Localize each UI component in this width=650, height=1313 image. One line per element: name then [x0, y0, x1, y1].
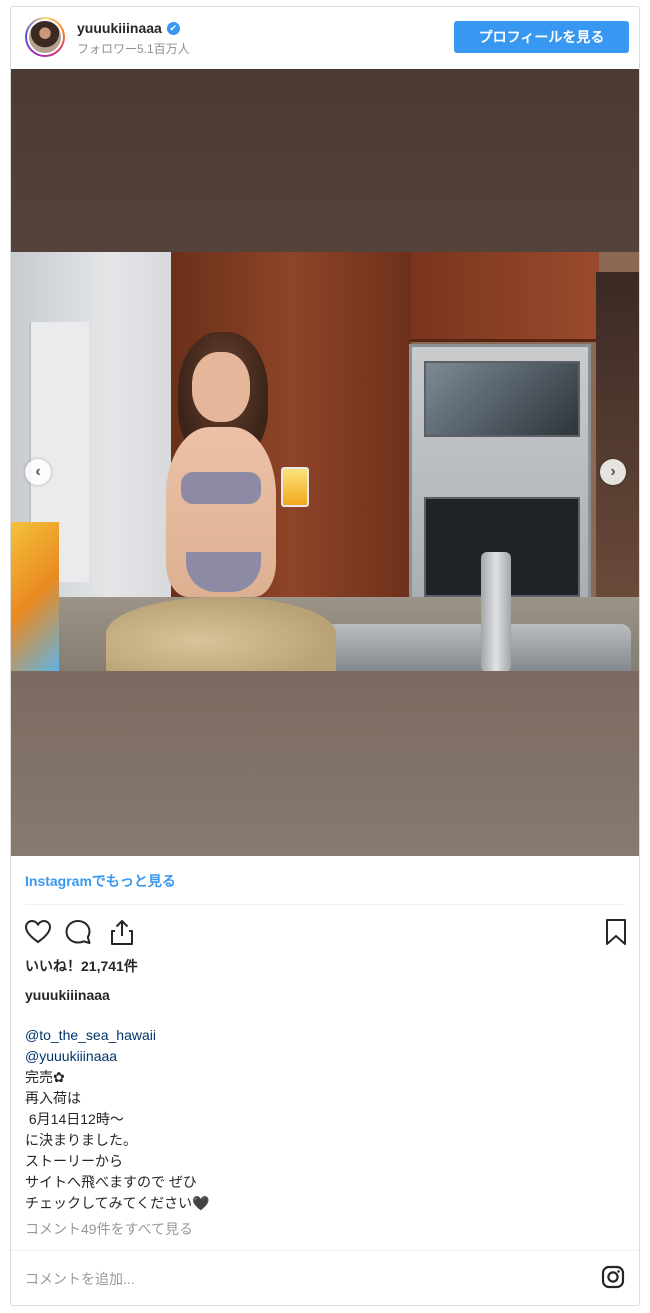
- mention-link[interactable]: @yuuukiiinaaa: [25, 1046, 625, 1067]
- caption-username[interactable]: yuuukiiinaaa: [25, 987, 110, 1003]
- carousel-next-icon[interactable]: ›: [600, 459, 626, 485]
- comment-icon[interactable]: [63, 917, 93, 947]
- media-letterbox-bottom: [11, 671, 639, 856]
- caption-line: 6月14日12時〜: [25, 1111, 124, 1127]
- add-comment-field[interactable]: コメントを追加...: [25, 1269, 135, 1289]
- media-letterbox-top: [11, 69, 639, 252]
- instagram-logo-icon[interactable]: [601, 1265, 625, 1289]
- divider: [25, 904, 625, 905]
- caption-line: サイトへ飛べますので ぜひ: [25, 1174, 197, 1190]
- caption-line: 完売✿: [25, 1069, 65, 1085]
- mention-link[interactable]: @to_the_sea_hawaii: [25, 1025, 625, 1046]
- username[interactable]: yuuukiiinaaa: [77, 20, 162, 36]
- caption-line: ストーリーから: [25, 1153, 123, 1169]
- caption-line: 再入荷は: [25, 1090, 81, 1106]
- post-header: yuuukiiinaaa ✔ フォロワー5.1百万人 プロフィールを見る: [11, 7, 639, 67]
- caption: @to_the_sea_hawaii @yuuukiiinaaa 完売✿ 再入荷…: [25, 1025, 625, 1214]
- avatar[interactable]: [25, 17, 65, 57]
- caption-line: に決まりました。: [25, 1132, 137, 1148]
- view-more-on-instagram-link[interactable]: Instagramでもっと見る: [25, 871, 176, 891]
- divider: [11, 1250, 639, 1251]
- instagram-embed: yuuukiiinaaa ✔ フォロワー5.1百万人 プロフィールを見る ‹ ›…: [10, 6, 640, 1306]
- like-count[interactable]: いいね！21,741件: [25, 956, 138, 976]
- action-bar: [23, 917, 629, 949]
- carousel-prev-icon[interactable]: ‹: [25, 459, 51, 485]
- post-media[interactable]: ‹ ›: [11, 69, 639, 856]
- heart-icon[interactable]: [23, 917, 53, 947]
- bookmark-icon[interactable]: [601, 917, 631, 947]
- view-all-comments-link[interactable]: コメント49件をすべて見る: [25, 1219, 193, 1239]
- verified-badge-icon: ✔: [166, 21, 180, 35]
- caption-line: チェックしてみてください🖤: [25, 1195, 210, 1211]
- follower-count: フォロワー5.1百万人: [77, 42, 190, 56]
- view-profile-button[interactable]: プロフィールを見る: [454, 21, 629, 53]
- post-photo: [11, 252, 639, 671]
- share-icon[interactable]: [107, 917, 137, 947]
- username-row: yuuukiiinaaa ✔: [77, 20, 180, 36]
